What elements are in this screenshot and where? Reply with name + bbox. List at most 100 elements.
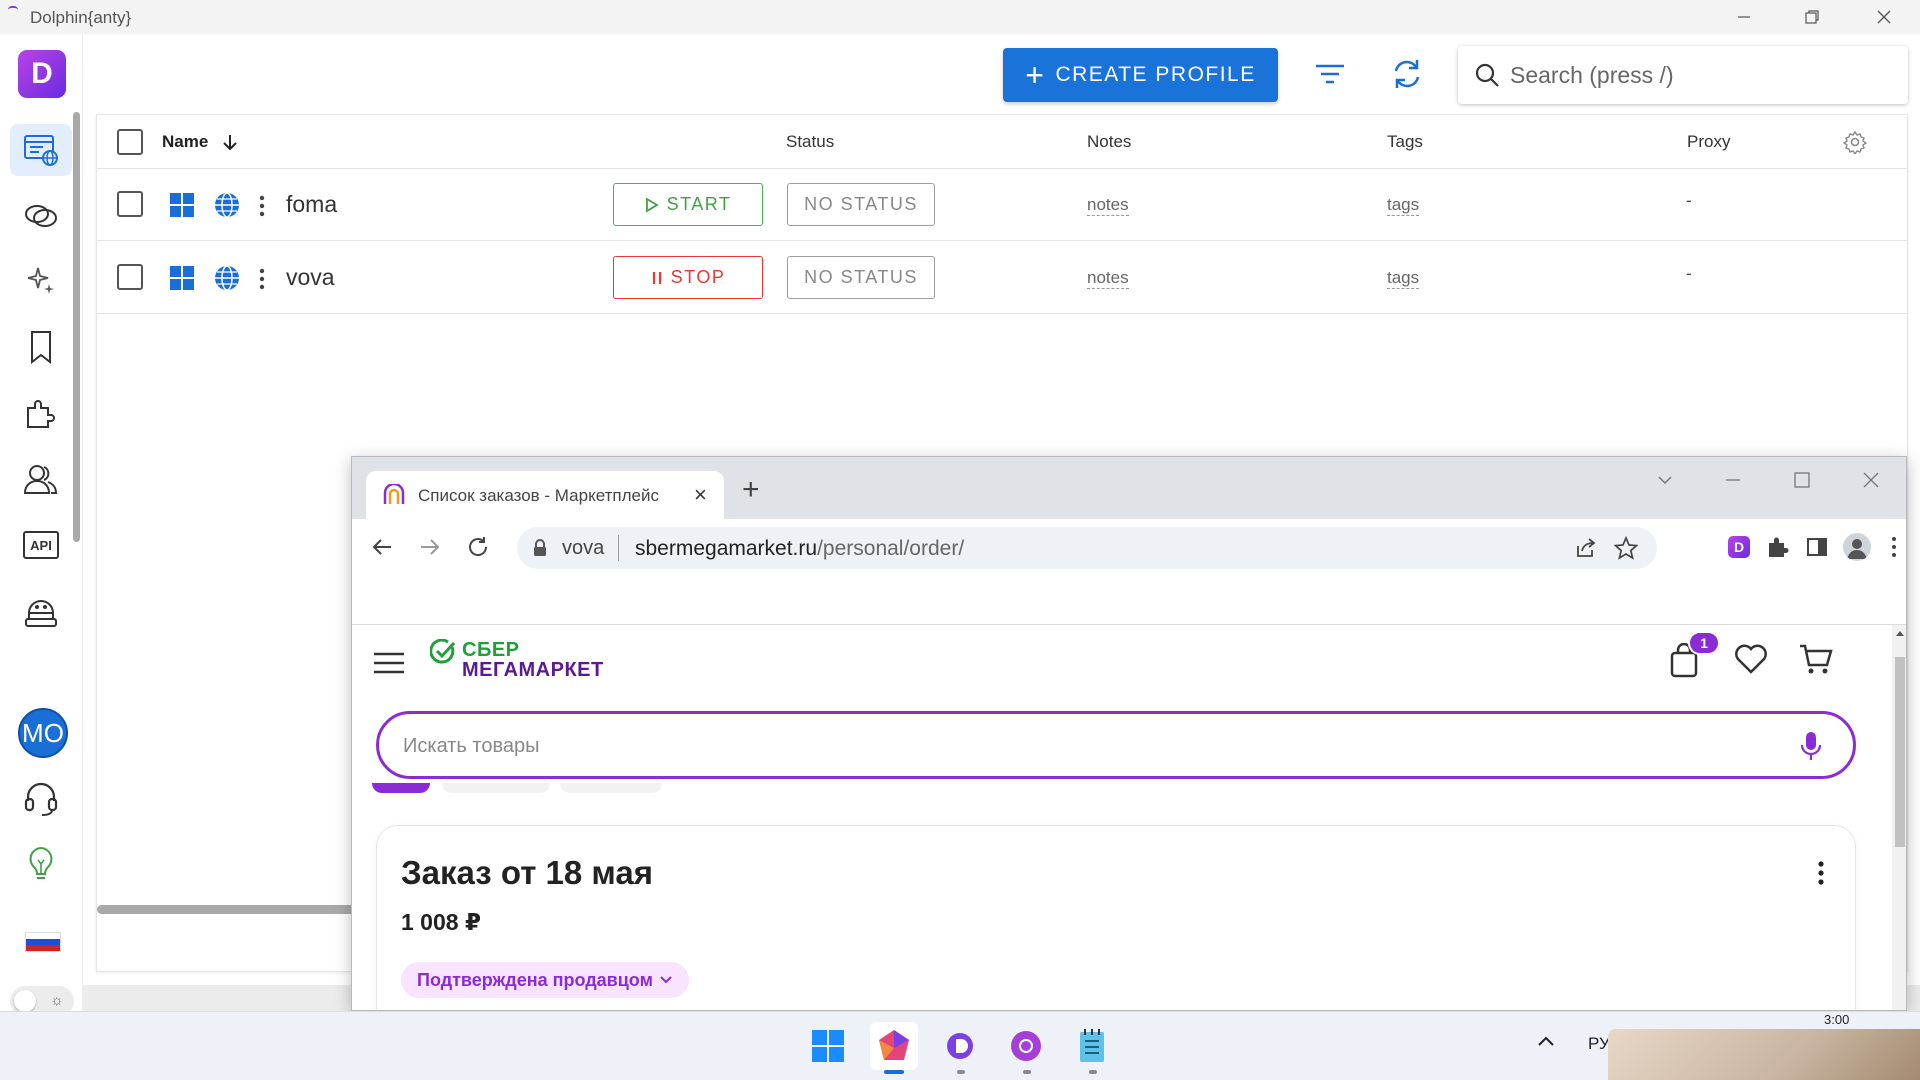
logo-line2: МЕГАМАРКЕТ [462, 659, 604, 681]
order-card[interactable]: Заказ от 18 мая 1 008 ₽ Подтверждена про… [376, 825, 1856, 1010]
url-path: /personal/order/ [817, 537, 965, 560]
search-box[interactable] [1458, 46, 1908, 104]
close-tab-icon[interactable]: × [694, 482, 707, 508]
proxy-value[interactable]: - [1686, 264, 1692, 284]
clock[interactable]: 3:00 [1824, 1012, 1849, 1027]
refresh-button[interactable] [1387, 54, 1427, 94]
sidebar-scrollbar[interactable] [73, 112, 80, 542]
users-icon [23, 465, 58, 494]
side-panel-icon[interactable] [1806, 536, 1828, 558]
tags-field[interactable]: tags [1387, 195, 1420, 216]
start-button[interactable] [804, 1022, 852, 1070]
extensions-puzzle-icon[interactable] [1766, 535, 1790, 559]
row-checkbox[interactable] [117, 264, 143, 290]
browser-menu-icon[interactable] [1890, 535, 1898, 559]
profile-avatar-icon[interactable] [1843, 533, 1871, 561]
product-search-box[interactable] [376, 711, 1856, 779]
filter-chip[interactable] [442, 783, 550, 793]
browser-close-button[interactable] [1862, 471, 1880, 489]
sidebar-item-browser-profiles[interactable] [10, 124, 72, 176]
input-language[interactable]: РУ [1588, 1034, 1610, 1054]
profile-name[interactable]: foma [286, 191, 337, 218]
browser-window: Список заказов - Маркетплейс × + vova sb… [351, 456, 1907, 1011]
stop-label: STOP [670, 267, 726, 287]
language-flag-icon[interactable] [25, 932, 61, 952]
table-row[interactable]: vova STOP NO STATUS notes tags - [97, 242, 1907, 314]
table-row[interactable]: foma START NO STATUS notes tags - [97, 169, 1907, 241]
taskbar-app-1[interactable] [870, 1022, 918, 1070]
url-text[interactable]: sbermegamarket.ru/personal/order/ [635, 537, 964, 561]
sidebar-item-proxies[interactable] [10, 190, 72, 242]
tab-search-chevron-icon[interactable] [1656, 471, 1674, 489]
user-avatar[interactable]: MO [18, 708, 68, 758]
row-checkbox[interactable] [117, 191, 143, 217]
stop-button[interactable]: STOP [613, 256, 763, 299]
reload-icon[interactable] [466, 535, 490, 559]
status-badge[interactable]: NO STATUS [787, 183, 935, 226]
create-profile-button[interactable]: + CREATE PROFILE [1003, 48, 1278, 102]
column-header-notes[interactable]: Notes [1087, 132, 1131, 152]
notes-field[interactable]: notes [1087, 195, 1129, 216]
select-all-checkbox[interactable] [117, 129, 143, 155]
restore-button[interactable] [1784, 0, 1840, 34]
bookmark-star-icon[interactable] [1614, 536, 1638, 560]
hamburger-menu-icon[interactable] [374, 651, 404, 675]
favorites-heart-icon[interactable] [1734, 643, 1768, 675]
proxy-value[interactable]: - [1686, 191, 1692, 211]
share-icon[interactable] [1575, 537, 1597, 559]
sidebar-item-ideas[interactable] [10, 838, 72, 890]
more-vert-icon[interactable] [258, 194, 266, 218]
status-badge[interactable]: NO STATUS [787, 256, 935, 299]
dolphin-extension-icon[interactable]: D [1728, 536, 1750, 558]
tags-field[interactable]: tags [1387, 268, 1420, 289]
column-header-proxy[interactable]: Proxy [1687, 132, 1730, 152]
sidebar: D API MO ☼ [0, 34, 83, 1016]
minimize-button[interactable] [1716, 0, 1772, 34]
scroll-up-arrow-icon[interactable] [1895, 628, 1905, 638]
profile-name[interactable]: vova [286, 264, 335, 291]
address-bar[interactable]: vova sbermegamarket.ru/personal/order/ [517, 527, 1657, 569]
browser-tab[interactable]: Список заказов - Маркетплейс × [366, 471, 724, 519]
start-button[interactable]: START [613, 183, 763, 226]
filter-chip[interactable] [560, 783, 662, 793]
taskbar-indicator [1023, 1070, 1031, 1074]
notes-field[interactable]: notes [1087, 268, 1129, 289]
taskbar-dolphin-app[interactable] [936, 1022, 984, 1070]
page-scrollbar-thumb[interactable] [1895, 657, 1905, 847]
browser-maximize-button[interactable] [1793, 471, 1811, 489]
browser-minimize-button[interactable] [1724, 471, 1742, 489]
filter-chip-active[interactable] [372, 783, 430, 793]
table-horizontal-scrollbar[interactable] [97, 905, 357, 914]
microphone-icon[interactable] [1799, 730, 1823, 762]
sidebar-item-automation[interactable] [10, 255, 72, 307]
sidebar-item-extensions[interactable] [10, 387, 72, 439]
forward-arrow-icon[interactable] [418, 535, 442, 559]
sidebar-item-team[interactable] [10, 453, 72, 505]
column-header-status[interactable]: Status [786, 132, 834, 152]
sber-check-icon [430, 639, 456, 664]
sidebar-item-api[interactable]: API [10, 519, 72, 571]
search-input[interactable] [1510, 58, 1890, 92]
search-icon [1475, 63, 1499, 87]
sidebar-item-bookmarks[interactable] [10, 321, 72, 373]
close-window-button[interactable] [1856, 0, 1912, 34]
column-header-name[interactable]: Name [162, 132, 239, 152]
cart-icon[interactable] [1798, 641, 1834, 677]
sidebar-item-robot[interactable] [10, 585, 72, 637]
taskbar-notepad-app[interactable] [1068, 1022, 1116, 1070]
back-arrow-icon[interactable] [370, 535, 394, 559]
order-menu-icon[interactable] [1817, 860, 1825, 886]
more-vert-icon[interactable] [258, 267, 266, 291]
new-tab-button[interactable]: + [742, 473, 760, 507]
web-page: СБЕР МЕГАМАРКЕТ 1 Заказ от 18 мая 1 008 … [352, 625, 1892, 1010]
filter-button[interactable] [1310, 54, 1350, 94]
notification-thumbnail[interactable] [1608, 1029, 1920, 1080]
taskbar-browser-app[interactable] [1002, 1022, 1050, 1070]
column-settings-gear-icon[interactable] [1843, 130, 1867, 154]
tray-overflow-chevron-icon[interactable] [1536, 1032, 1556, 1052]
order-status-badge[interactable]: Подтверждена продавцом [401, 962, 689, 998]
sidebar-item-support[interactable] [10, 772, 72, 824]
dolphin-logo-icon[interactable]: D [18, 50, 66, 98]
column-header-tags[interactable]: Tags [1387, 132, 1423, 152]
product-search-input[interactable] [403, 732, 1703, 760]
